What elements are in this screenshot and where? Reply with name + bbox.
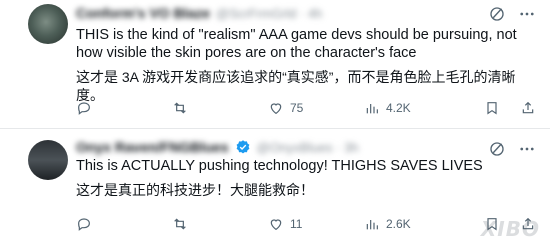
bookmark-icon[interactable] (484, 100, 500, 116)
views-button[interactable]: 2.6K (364, 216, 460, 232)
tweet-top-actions (488, 5, 536, 23)
watermark-logo: XIBO (480, 217, 540, 241)
avatar[interactable] (28, 4, 68, 44)
like-count: 75 (290, 101, 304, 115)
slash-circle-icon[interactable] (488, 140, 506, 158)
tweet-top-actions (488, 140, 536, 158)
share-upload-icon[interactable] (520, 100, 536, 116)
repost-button[interactable] (172, 100, 268, 116)
repost-arrows-icon (174, 218, 186, 230)
like-count: 11 (290, 217, 303, 231)
tweet-text-english: THIS is the kind of "realism" AAA game d… (76, 27, 517, 61)
like-button[interactable]: 75 (268, 100, 364, 116)
tweet-header: Conform's VO Blaze @ScrFrmGrld · 4h (76, 4, 322, 22)
verified-badge-icon (236, 140, 249, 154)
more-dots-icon[interactable] (518, 140, 536, 158)
display-name[interactable]: Onyx Raven/FNGBlues (76, 139, 229, 155)
views-count: 4.2K (386, 101, 411, 115)
handle[interactable]: @OnyxBlues · 3h (257, 140, 359, 155)
bookmark-share-group (484, 100, 536, 116)
avatar[interactable] (28, 140, 68, 180)
reply-bubble-icon (78, 218, 90, 231)
views-bar-chart-icon (366, 104, 378, 114)
views-bar-chart-icon (366, 220, 378, 230)
views-count: 2.6K (386, 217, 411, 231)
handle[interactable]: @ScrFrmGrld · 4h (216, 6, 322, 21)
more-dots-icon[interactable] (518, 5, 536, 23)
views-button[interactable]: 4.2K (364, 100, 460, 116)
reply-button[interactable] (76, 216, 172, 232)
slash-circle-icon[interactable] (488, 5, 506, 23)
reply-tweet[interactable]: Onyx Raven/FNGBlues @OnyxBlues · 3h This… (0, 129, 550, 247)
heart-icon (270, 219, 282, 231)
repost-button[interactable] (172, 216, 268, 232)
reply-tweet[interactable]: Conform's VO Blaze @ScrFrmGrld · 4h THIS… (0, 0, 550, 128)
reply-button[interactable] (76, 100, 172, 116)
reply-bubble-icon (78, 102, 90, 115)
tweet-action-bar: 75 4.2K (76, 98, 536, 118)
reply-feed: Conform's VO Blaze @ScrFrmGrld · 4h THIS… (0, 0, 550, 247)
tweet-action-bar: 11 2.6K (76, 214, 536, 234)
tweet-text-chinese: 这才是真正的科技进步！大腿能救命！ (76, 182, 314, 198)
like-button[interactable]: 11 (268, 216, 364, 232)
heart-icon (270, 103, 282, 115)
display-name[interactable]: Conform's VO Blaze (76, 5, 210, 21)
tweet-text-english: This is ACTUALLY pushing technology! THI… (76, 158, 483, 174)
tweet-header: Onyx Raven/FNGBlues @OnyxBlues · 3h (76, 138, 359, 156)
repost-arrows-icon (174, 102, 186, 114)
